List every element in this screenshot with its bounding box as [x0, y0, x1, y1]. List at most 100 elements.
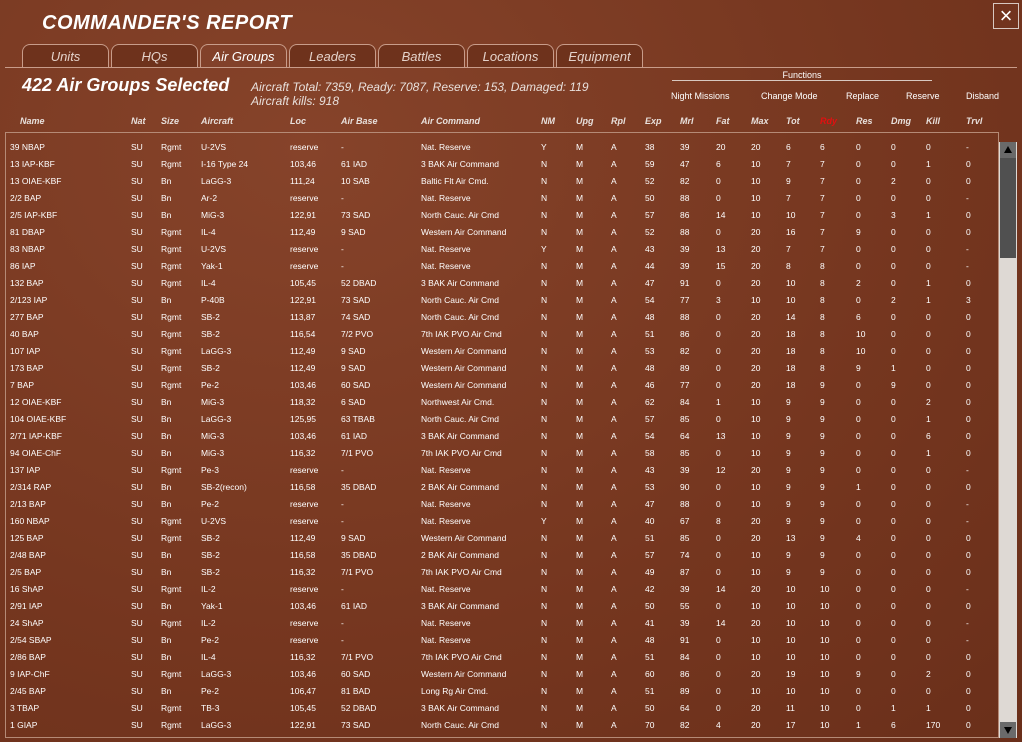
- tab-battles[interactable]: Battles: [378, 44, 465, 67]
- table-row[interactable]: 2/5 IAP-KBF SU Bn MiG-3 122,91 73 SAD North Ca…: [0, 207, 999, 224]
- cell-name[interactable]: 2/314 RAP: [10, 479, 51, 496]
- table-row[interactable]: 16 ShAP SU Rgmt IL-2 reserve - Nat. Reserve N M A…: [0, 581, 999, 598]
- cell-name[interactable]: 173 BAP: [10, 360, 44, 377]
- cell-name[interactable]: 40 BAP: [10, 326, 39, 343]
- table-row[interactable]: 2/13 BAP SU Bn Pe-2 reserve - Nat. Reserve N M A 4…: [0, 496, 999, 513]
- tab-leaders[interactable]: Leaders: [289, 44, 376, 67]
- table-row[interactable]: 86 IAP SU Rgmt Yak-1 reserve - Nat. Reserve N M A…: [0, 258, 999, 275]
- column-header-mrl[interactable]: Mrl: [680, 116, 694, 126]
- table-row[interactable]: 83 NBAP SU Rgmt U-2VS reserve - Nat. Reserve Y M…: [0, 241, 999, 258]
- column-header-res[interactable]: Res: [856, 116, 873, 126]
- table-row[interactable]: 173 BAP SU Rgmt SB-2 112,49 9 SAD Western Air …: [0, 360, 999, 377]
- column-header-rpl[interactable]: Rpl: [611, 116, 626, 126]
- cell-name[interactable]: 2/5 IAP-KBF: [10, 207, 57, 224]
- change-mode-link[interactable]: Change Mode: [761, 91, 818, 101]
- table-row[interactable]: 7 BAP SU Rgmt Pe-2 103,46 60 SAD Western Air C…: [0, 377, 999, 394]
- table-row[interactable]: 2/48 BAP SU Bn SB-2 116,58 35 DBAD 2 BAK Air C…: [0, 547, 999, 564]
- column-header-loc[interactable]: Loc: [290, 116, 306, 126]
- cell-name[interactable]: 94 OIAE-ChF: [10, 445, 61, 462]
- column-header-air-base[interactable]: Air Base: [341, 116, 378, 126]
- cell-name[interactable]: 1 GIAP: [10, 717, 37, 734]
- disband-link[interactable]: Disband: [966, 91, 999, 101]
- cell-name[interactable]: 7 BAP: [10, 377, 34, 394]
- cell-name[interactable]: 2/13 BAP: [10, 496, 46, 513]
- cell-name[interactable]: 2/71 IAP-KBF: [10, 428, 62, 445]
- table-row[interactable]: 2/71 IAP-KBF SU Bn MiG-3 103,46 61 IAD 3 BAK A…: [0, 428, 999, 445]
- tab-locations[interactable]: Locations: [467, 44, 554, 67]
- table-row[interactable]: 39 NBAP SU Rgmt U-2VS reserve - Nat. Reserve Y M…: [0, 139, 999, 156]
- scroll-thumb[interactable]: [1000, 158, 1016, 258]
- cell-name[interactable]: 12 OIAE-KBF: [10, 394, 62, 411]
- column-header-kill[interactable]: Kill: [926, 116, 940, 126]
- close-button[interactable]: ×: [993, 3, 1019, 29]
- table-row[interactable]: 2/86 BAP SU Bn IL-4 116,32 7/1 PVO 7th IAK PVO…: [0, 649, 999, 666]
- table-row[interactable]: 2/5 BAP SU Bn SB-2 116,32 7/1 PVO 7th IAK PVO …: [0, 564, 999, 581]
- reserve-link[interactable]: Reserve: [906, 91, 940, 101]
- table-row[interactable]: 2/314 RAP SU Bn SB-2(recon) 116,58 35 DBAD 2 B…: [0, 479, 999, 496]
- table-row[interactable]: 3 TBAP SU Rgmt TB-3 105,45 52 DBAD 3 BAK Air C…: [0, 700, 999, 717]
- cell-name[interactable]: 2/48 BAP: [10, 547, 46, 564]
- table-row[interactable]: 2/2 BAP SU Bn Ar-2 reserve - Nat. Reserve N M A 50…: [0, 190, 999, 207]
- table-row[interactable]: 2/45 BAP SU Bn Pe-2 106,47 81 BAD Long Rg Air …: [0, 683, 999, 700]
- table-row[interactable]: 9 IAP-ChF SU Rgmt LaGG-3 103,46 60 SAD Western…: [0, 666, 999, 683]
- table-row[interactable]: 2/123 IAP SU Bn P-40B 122,91 73 SAD North Cauc…: [0, 292, 999, 309]
- table-row[interactable]: 12 OIAE-KBF SU Bn MiG-3 118,32 6 SAD Northwest…: [0, 394, 999, 411]
- cell-name[interactable]: 83 NBAP: [10, 241, 45, 258]
- tab-equipment[interactable]: Equipment: [556, 44, 643, 67]
- column-header-nat[interactable]: Nat: [131, 116, 146, 126]
- cell-name[interactable]: 81 DBAP: [10, 224, 45, 241]
- cell-name[interactable]: 160 NBAP: [10, 513, 50, 530]
- table-row[interactable]: 107 IAP SU Rgmt LaGG-3 112,49 9 SAD Western Ai…: [0, 343, 999, 360]
- scroll-down-arrow-icon[interactable]: [1000, 722, 1016, 738]
- scroll-up-arrow-icon[interactable]: [1000, 142, 1016, 158]
- cell-name[interactable]: 13 IAP-KBF: [10, 156, 55, 173]
- cell-name[interactable]: 2/5 BAP: [10, 564, 41, 581]
- cell-name[interactable]: 3 TBAP: [10, 700, 39, 717]
- cell-name[interactable]: 107 IAP: [10, 343, 40, 360]
- cell-name[interactable]: 132 BAP: [10, 275, 44, 292]
- table-row[interactable]: 132 BAP SU Rgmt IL-4 105,45 52 DBAD 3 BAK Air …: [0, 275, 999, 292]
- table-row[interactable]: 137 IAP SU Rgmt Pe-3 reserve - Nat. Reserve N M A…: [0, 462, 999, 479]
- night-missions-link[interactable]: Night Missions: [671, 91, 730, 101]
- column-header-nm[interactable]: NM: [541, 116, 555, 126]
- column-header-tot[interactable]: Tot: [786, 116, 800, 126]
- table-row[interactable]: 24 ShAP SU Rgmt IL-2 reserve - Nat. Reserve N M A…: [0, 615, 999, 632]
- tab-units[interactable]: Units: [22, 44, 109, 67]
- column-header-name[interactable]: Name: [20, 116, 45, 126]
- table-row[interactable]: 13 OIAE-KBF SU Bn LaGG-3 111,24 10 SAB Baltic …: [0, 173, 999, 190]
- column-header-exp[interactable]: Exp: [645, 116, 662, 126]
- cell-name[interactable]: 137 IAP: [10, 462, 40, 479]
- table-row[interactable]: 13 IAP-KBF SU Rgmt I-16 Type 24 103,46 61 IAD…: [0, 156, 999, 173]
- cell-name[interactable]: 104 OIAE-KBF: [10, 411, 66, 428]
- cell-name[interactable]: 86 IAP: [10, 258, 36, 275]
- table-row[interactable]: 94 OIAE-ChF SU Bn MiG-3 116,32 7/1 PVO 7th IAK…: [0, 445, 999, 462]
- table-row[interactable]: 2/91 IAP SU Bn Yak-1 103,46 61 IAD 3 BAK Air C…: [0, 598, 999, 615]
- column-header-dmg[interactable]: Dmg: [891, 116, 911, 126]
- cell-name[interactable]: 2/86 BAP: [10, 649, 46, 666]
- cell-name[interactable]: 39 NBAP: [10, 139, 45, 156]
- cell-name[interactable]: 24 ShAP: [10, 615, 44, 632]
- table-row[interactable]: 81 DBAP SU Rgmt IL-4 112,49 9 SAD Western Air …: [0, 224, 999, 241]
- cell-name[interactable]: 277 BAP: [10, 309, 44, 326]
- table-row[interactable]: 40 BAP SU Rgmt SB-2 116,54 7/2 PVO 7th IAK PVO…: [0, 326, 999, 343]
- cell-name[interactable]: 2/54 SBAP: [10, 632, 52, 649]
- cell-name[interactable]: 2/45 BAP: [10, 683, 46, 700]
- column-header-air-command[interactable]: Air Command: [421, 116, 480, 126]
- table-row[interactable]: 104 OIAE-KBF SU Bn LaGG-3 125,95 63 TBAB North…: [0, 411, 999, 428]
- tab-hqs[interactable]: HQs: [111, 44, 198, 67]
- cell-name[interactable]: 2/91 IAP: [10, 598, 43, 615]
- replace-link[interactable]: Replace: [846, 91, 879, 101]
- vertical-scrollbar[interactable]: [999, 142, 1017, 738]
- cell-name[interactable]: 2/2 BAP: [10, 190, 41, 207]
- cell-name[interactable]: 125 BAP: [10, 530, 44, 547]
- cell-name[interactable]: 16 ShAP: [10, 581, 44, 598]
- cell-name[interactable]: 2/123 IAP: [10, 292, 47, 309]
- tab-air-groups[interactable]: Air Groups: [200, 44, 287, 67]
- table-row[interactable]: 160 NBAP SU Rgmt U-2VS reserve - Nat. Reserve Y…: [0, 513, 999, 530]
- table-row[interactable]: 2/54 SBAP SU Bn Pe-2 reserve - Nat. Reserve N M A…: [0, 632, 999, 649]
- column-header-size[interactable]: Size: [161, 116, 179, 126]
- column-header-upg[interactable]: Upg: [576, 116, 594, 126]
- cell-name[interactable]: 9 IAP-ChF: [10, 666, 50, 683]
- column-header-aircraft[interactable]: Aircraft: [201, 116, 233, 126]
- cell-name[interactable]: 13 OIAE-KBF: [10, 173, 62, 190]
